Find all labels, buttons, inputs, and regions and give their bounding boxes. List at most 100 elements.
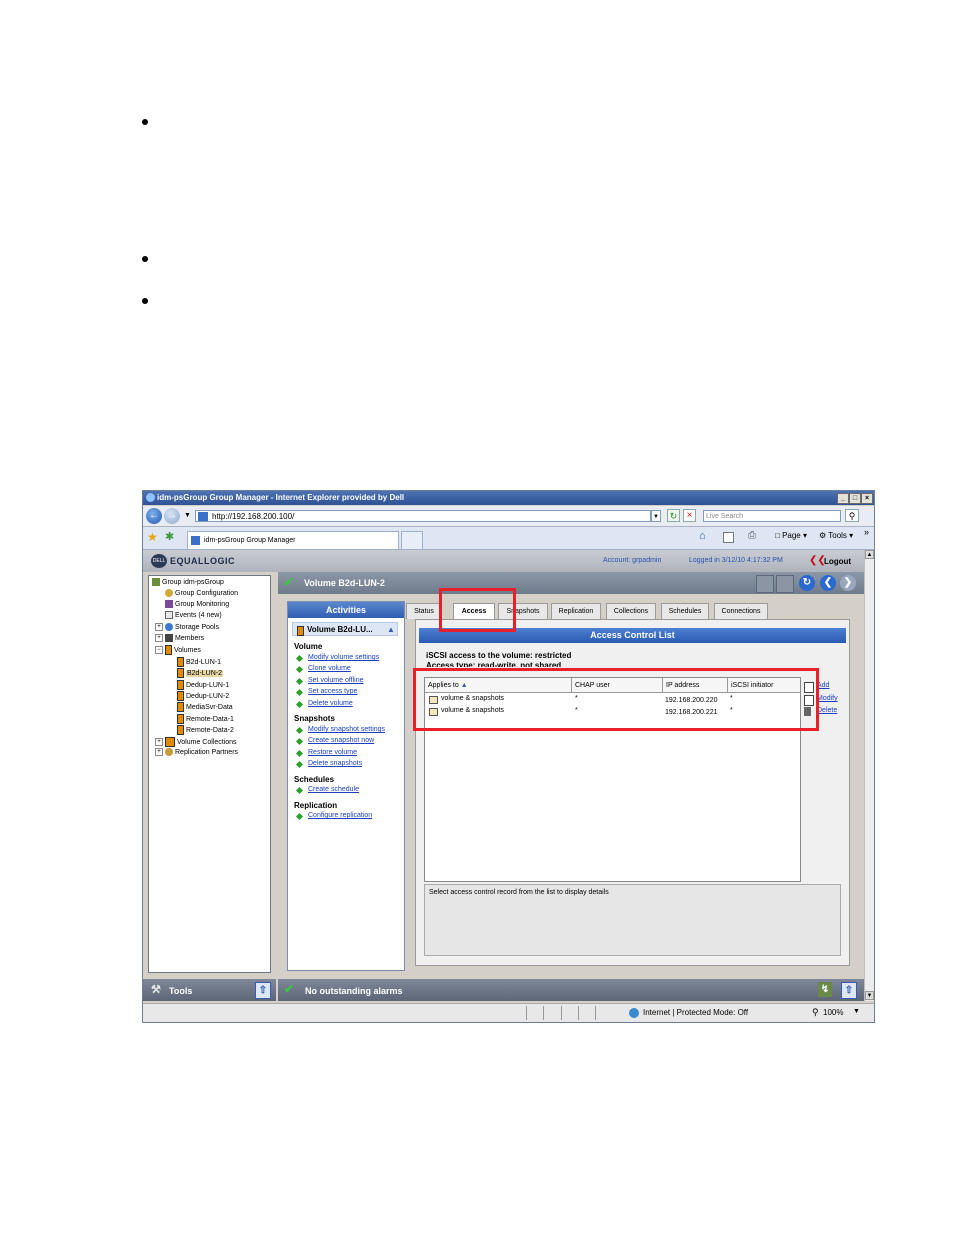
- link-configure-replication[interactable]: Configure replication: [308, 812, 372, 819]
- diamond-icon: [295, 700, 304, 709]
- tree-item-members[interactable]: + Members: [155, 634, 204, 644]
- url-dropdown-icon[interactable]: ▼: [651, 510, 661, 522]
- link-modify-snapshot-settings[interactable]: Modify snapshot settings: [308, 726, 385, 733]
- volume-icon: [177, 714, 184, 724]
- page-menu[interactable]: □ Page ▾: [775, 531, 807, 540]
- address-bar: ← → ▼ http://192.168.200.100/ ▼ ↻ × Live…: [143, 506, 874, 527]
- tree-item-dedup-lun-2[interactable]: Dedup-LUN-2: [177, 691, 229, 701]
- highlight-acl-table: [413, 668, 819, 731]
- refresh-icon[interactable]: ↻: [667, 509, 680, 522]
- delete-link[interactable]: Delete: [817, 707, 837, 714]
- undo-icon[interactable]: [776, 575, 794, 593]
- expand-icon[interactable]: +: [155, 738, 163, 746]
- tree-item-replication-partners[interactable]: + Replication Partners: [155, 748, 238, 758]
- back-icon[interactable]: ❮: [820, 575, 836, 591]
- favorites-star-icon[interactable]: ★: [147, 530, 158, 544]
- home-icon[interactable]: ⌂: [699, 530, 706, 542]
- zoom-dropdown-icon[interactable]: ▼: [853, 1008, 860, 1015]
- tree-item-group-monitoring[interactable]: Group Monitoring: [165, 600, 229, 610]
- link-modify-volume-settings[interactable]: Modify volume settings: [308, 654, 379, 661]
- tree-item-mediasvr-data[interactable]: MediaSvr-Data: [177, 702, 233, 712]
- tab-schedules[interactable]: Schedules: [661, 603, 709, 619]
- stop-icon[interactable]: ×: [683, 509, 696, 522]
- logout-link[interactable]: Logout: [824, 557, 851, 566]
- activities-selected-label: Volume B2d-LU...: [307, 625, 373, 634]
- expand-up-icon[interactable]: ⇧: [255, 982, 271, 999]
- tree-item-volumes[interactable]: − Volumes: [155, 645, 201, 655]
- tree-item-group[interactable]: Group idm-psGroup: [152, 578, 224, 588]
- diamond-icon: [295, 786, 304, 795]
- maximize-button[interactable]: □: [849, 493, 861, 504]
- expand-icon[interactable]: +: [155, 748, 163, 757]
- tree-item-remote-data-2[interactable]: Remote-Data-2: [177, 725, 234, 735]
- url-input[interactable]: http://192.168.200.100/: [195, 510, 651, 522]
- tools-menu[interactable]: ⚙ Tools ▾: [819, 531, 853, 540]
- tree-item-remote-data-1[interactable]: Remote-Data-1: [177, 714, 234, 724]
- forward-icon[interactable]: ❯: [840, 575, 856, 591]
- minimize-button[interactable]: _: [837, 493, 849, 504]
- feeds-icon[interactable]: [723, 532, 734, 543]
- alarms-label: No outstanding alarms: [305, 986, 403, 996]
- expand-icon[interactable]: +: [155, 634, 163, 643]
- collection-icon: [165, 737, 175, 747]
- tree-label: Group Monitoring: [175, 601, 230, 608]
- scroll-up-icon[interactable]: ▲: [865, 550, 874, 559]
- browser-tab[interactable]: idm-psGroup Group Manager: [187, 531, 399, 549]
- link-restore-volume[interactable]: Restore volume: [308, 749, 357, 756]
- search-icon[interactable]: ⚲: [845, 509, 859, 522]
- save-icon[interactable]: [756, 575, 774, 593]
- expand-up-icon[interactable]: ⇧: [841, 982, 857, 999]
- alarm-icon[interactable]: ↯: [818, 982, 832, 997]
- app-header: DELL EQUALLOGIC Account: grpadmin Logged…: [143, 550, 864, 572]
- tab-connections[interactable]: Connections: [714, 603, 768, 619]
- account-label: Account: grpadmin: [603, 557, 662, 564]
- scroll-down-icon[interactable]: ▼: [865, 991, 874, 1000]
- chevron-more-icon[interactable]: »: [864, 527, 869, 537]
- tree-item-dedup-lun-1[interactable]: Dedup-LUN-1: [177, 680, 229, 690]
- zoom-level[interactable]: 100%: [823, 1008, 843, 1017]
- window-title: idm-psGroup Group Manager - Internet Exp…: [157, 493, 405, 502]
- tree-item-events[interactable]: Events (4 new): [165, 611, 222, 621]
- tree-item-volume-collections[interactable]: + Volume Collections: [155, 737, 237, 747]
- volume-icon: [177, 691, 184, 701]
- expand-icon[interactable]: +: [155, 623, 163, 632]
- forward-icon[interactable]: →: [164, 508, 180, 524]
- close-button[interactable]: ×: [861, 493, 873, 504]
- tab-replication[interactable]: Replication: [551, 603, 601, 619]
- status-divider: [561, 1006, 562, 1020]
- tree-item-b2d-lun-1[interactable]: B2d-LUN-1: [177, 657, 221, 667]
- collapse-up-icon[interactable]: ▲: [387, 623, 395, 637]
- print-icon[interactable]: ⎙: [748, 530, 756, 541]
- screenshot-window: idm-psGroup Group Manager - Internet Exp…: [142, 490, 875, 1023]
- tree-item-group-configuration[interactable]: Group Configuration: [165, 589, 238, 599]
- bullet-2: [142, 256, 148, 262]
- back-icon[interactable]: ←: [146, 508, 162, 524]
- link-set-access-type[interactable]: Set access type: [308, 688, 357, 695]
- link-clone-volume[interactable]: Clone volume: [308, 665, 351, 672]
- tree-item-b2d-lun-2[interactable]: B2d-LUN-2: [177, 668, 224, 678]
- refresh-icon[interactable]: ↻: [799, 575, 815, 591]
- tree-item-storage-pools[interactable]: + Storage Pools: [155, 623, 219, 633]
- activities-title: Activities: [288, 602, 404, 618]
- link-create-snapshot-now[interactable]: Create snapshot now: [308, 737, 374, 744]
- modify-link[interactable]: Modify: [817, 695, 838, 702]
- alarms-bar[interactable]: ✔ No outstanding alarms ↯ ⇧: [278, 979, 864, 1001]
- new-tab-button[interactable]: [401, 531, 423, 550]
- activities-selected[interactable]: Volume B2d-LU... ▲: [292, 622, 398, 636]
- diamond-icon: [295, 688, 304, 697]
- activities-section-replication: Replication: [294, 801, 338, 810]
- collapse-icon[interactable]: −: [155, 646, 163, 654]
- tab-bar: ★ ✱ idm-psGroup Group Manager ⌂ ⎙ □ Page…: [143, 527, 874, 550]
- tools-bar[interactable]: ⚒ Tools ⇧: [143, 979, 276, 1001]
- link-set-volume-offline[interactable]: Set volume offline: [308, 677, 364, 684]
- link-delete-volume[interactable]: Delete volume: [308, 700, 353, 707]
- link-create-schedule[interactable]: Create schedule: [308, 786, 359, 793]
- nav-dropdown-icon[interactable]: ▼: [184, 512, 191, 519]
- tab-status[interactable]: Status: [406, 603, 442, 619]
- logged-in-label: Logged in 3/12/10 4:17:32 PM: [689, 557, 783, 564]
- add-favorites-icon[interactable]: ✱: [165, 530, 174, 543]
- link-delete-snapshots[interactable]: Delete snapshots: [308, 760, 362, 767]
- page-scrollbar[interactable]: ▲ ▼: [864, 550, 874, 1001]
- tab-collections[interactable]: Collections: [606, 603, 656, 619]
- search-input[interactable]: Live Search: [703, 510, 841, 522]
